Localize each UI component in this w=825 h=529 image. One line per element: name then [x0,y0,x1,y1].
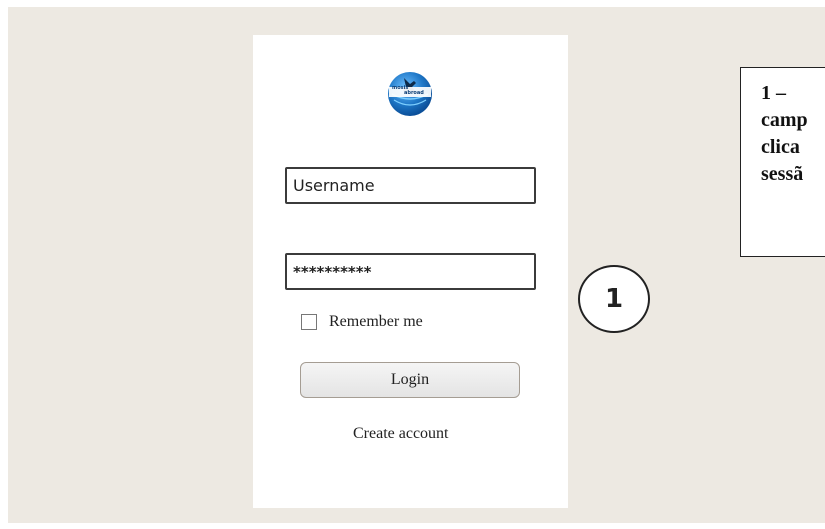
login-button-label: Login [390,371,430,388]
username-placeholder: Username [293,176,375,195]
note-line: 1 – [761,82,786,104]
remember-me-label: Remember me [329,313,423,330]
create-account-link[interactable]: Create account [353,425,449,443]
app-logo: mosis abroad [386,70,434,118]
callout-number: 1 [604,284,624,314]
logo-text: mosis abroad [392,86,424,96]
logo-text-line2: abroad [404,90,424,96]
remember-me-row[interactable]: Remember me [301,313,423,331]
note-line: sessã [761,163,804,185]
note-line: clica [761,136,800,158]
callout-marker: 1 [578,265,650,333]
password-input[interactable]: ********** [285,253,536,290]
create-account-label: Create account [353,425,449,442]
annotation-note: 1 – camp clica sessã [740,67,825,257]
username-input[interactable]: Username [285,167,536,204]
login-button[interactable]: Login [300,362,520,398]
password-value: ********** [293,262,372,281]
note-line: camp [761,109,808,131]
remember-me-checkbox[interactable] [301,314,317,330]
